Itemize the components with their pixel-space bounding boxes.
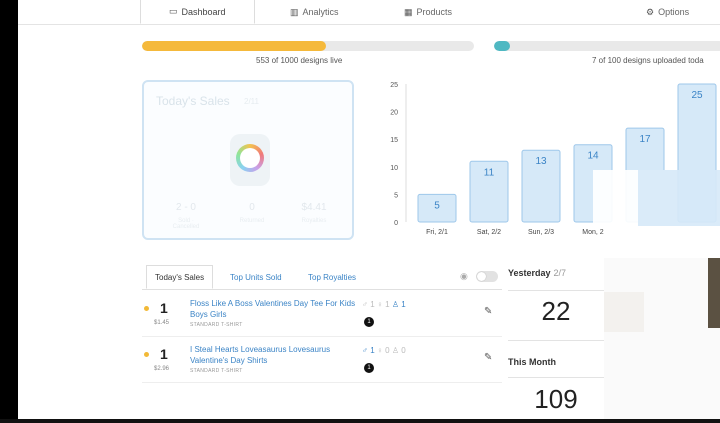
tab-options[interactable]: ⚙ Options bbox=[646, 0, 689, 24]
this-month-label: This Month bbox=[508, 357, 556, 367]
divider bbox=[508, 340, 604, 341]
product-type: STANDARD T-SHIRT bbox=[190, 368, 243, 374]
youth-fit-count: 0 bbox=[401, 346, 406, 355]
main-tabs: ▭ Dashboard ▥ Analytics ▦ Products ⚙ Opt… bbox=[18, 0, 720, 25]
bar-value-label: 17 bbox=[639, 134, 651, 145]
youth-fit-count: 1 bbox=[401, 300, 406, 309]
tab-top-units-sold[interactable]: Top Units Sold bbox=[230, 265, 282, 289]
monitor-icon: ▭ bbox=[169, 6, 178, 16]
divider bbox=[508, 290, 604, 291]
men-fit-count: 1 bbox=[370, 300, 375, 309]
returned-stat: 0 bbox=[249, 202, 255, 213]
eye-icon[interactable]: ◉ bbox=[460, 271, 468, 282]
gear-icon: ⚙ bbox=[646, 6, 655, 17]
sale-quantity: 1 bbox=[160, 346, 168, 362]
sale-quantity: 1 bbox=[160, 300, 168, 316]
edit-pencil-icon[interactable]: ✎ bbox=[484, 352, 492, 363]
men-fit-icon: ♂ bbox=[362, 300, 368, 309]
x-tick-label: Sun, 2/3 bbox=[528, 229, 554, 236]
this-month-stat: This Month bbox=[508, 357, 604, 367]
sales-row[interactable]: 1 $2.96 I Steal Hearts Loveasaurus Loves… bbox=[142, 338, 502, 383]
todays-sales-date: 2/11 bbox=[244, 97, 259, 106]
yesterday-stat: Yesterday 2/7 bbox=[508, 268, 604, 278]
tab-todays-sales[interactable]: Today's Sales bbox=[146, 265, 214, 289]
youth-fit-icon: ♙ bbox=[391, 346, 400, 355]
bar-value-label: 11 bbox=[484, 167, 495, 178]
sale-price: $2.96 bbox=[154, 366, 170, 372]
women-fit-icon: ♀ bbox=[376, 346, 383, 355]
bar-chart-icon: ▥ bbox=[290, 6, 299, 17]
obscured-image bbox=[708, 258, 720, 328]
y-tick-label: 25 bbox=[390, 82, 398, 89]
x-tick-label: Fri, 2/1 bbox=[426, 229, 448, 236]
women-fit-icon: ♀ bbox=[376, 300, 383, 309]
royalties-stat-label: Royalties bbox=[301, 218, 327, 224]
color-badge: 1 bbox=[364, 363, 374, 373]
edit-pencil-icon[interactable]: ✎ bbox=[484, 306, 492, 317]
tab-dashboard-label: Dashboard bbox=[181, 6, 226, 17]
royalties-stat: $4.41 bbox=[301, 202, 327, 213]
designs-uploaded-label: 7 of 100 designs uploaded toda bbox=[592, 56, 704, 65]
y-tick-label: 0 bbox=[394, 220, 398, 227]
fit-counts: ♂ 1 ♀ 1 ♙ 1 bbox=[362, 300, 406, 309]
sold-stat: 2 - 0 bbox=[175, 202, 196, 213]
this-month-value: 109 bbox=[534, 384, 578, 414]
product-title-link[interactable]: I Steal Hearts Loveasaurus Lovesaurus Va… bbox=[190, 344, 358, 366]
todays-sales-card[interactable]: Today's Sales 2/11 2 - 0 Sold · Cancelle… bbox=[142, 80, 354, 240]
x-tick-label: Sat, 2/2 bbox=[477, 229, 501, 236]
sold-stat-label: Sold · Cancelled bbox=[172, 218, 200, 230]
obscured-panel-soft bbox=[604, 292, 644, 332]
dashboard-screen: ▭ Dashboard ▥ Analytics ▦ Products ⚙ Opt… bbox=[18, 0, 720, 419]
obscured-panel bbox=[604, 258, 720, 419]
y-tick-label: 5 bbox=[394, 192, 398, 199]
x-tick-label: Mon, 2 bbox=[582, 229, 604, 236]
divider bbox=[508, 377, 604, 378]
tab-analytics-label: Analytics bbox=[302, 7, 339, 17]
tab-products[interactable]: ▦ Products bbox=[404, 0, 452, 24]
yesterday-date: 2/7 bbox=[553, 268, 567, 278]
product-type: STANDARD T-SHIRT bbox=[190, 322, 243, 328]
designs-live-fill bbox=[142, 41, 326, 51]
sales-row[interactable]: 1 $1.45 Floss Like A Boss Valentines Day… bbox=[142, 292, 502, 337]
men-fit-icon: ♂ bbox=[362, 346, 368, 355]
women-fit-count: 1 bbox=[385, 300, 390, 309]
new-sale-dot bbox=[144, 352, 149, 357]
y-tick-label: 10 bbox=[390, 165, 398, 172]
new-sale-dot bbox=[144, 306, 149, 311]
color-badge: 1 bbox=[364, 317, 374, 327]
fit-counts: ♂ 1 ♀ 0 ♙ 0 bbox=[362, 346, 406, 355]
chart-obscured-area-2 bbox=[638, 170, 720, 226]
visibility-toggle[interactable] bbox=[476, 271, 498, 282]
returned-stat-label: Returned bbox=[239, 218, 265, 224]
designs-uploaded-progress bbox=[494, 41, 720, 51]
bar-value-label: 5 bbox=[434, 200, 440, 211]
bar-value-label: 13 bbox=[535, 156, 547, 167]
loading-ring-icon bbox=[236, 144, 264, 172]
sales-subtabs: Today's Sales Top Units Sold Top Royalti… bbox=[142, 265, 502, 290]
product-title-link[interactable]: Floss Like A Boss Valentines Day Tee For… bbox=[190, 298, 358, 320]
men-fit-count: 1 bbox=[370, 346, 375, 355]
tab-top-royalties[interactable]: Top Royalties bbox=[308, 265, 356, 289]
women-fit-count: 0 bbox=[385, 346, 390, 355]
grid-icon: ▦ bbox=[404, 6, 413, 17]
designs-live-progress bbox=[142, 41, 474, 51]
y-tick-label: 20 bbox=[390, 110, 398, 117]
tab-dashboard[interactable]: ▭ Dashboard bbox=[140, 0, 255, 24]
bar-value-label: 25 bbox=[691, 90, 703, 101]
designs-uploaded-fill bbox=[494, 41, 511, 51]
yesterday-value: 22 bbox=[541, 296, 571, 326]
tab-analytics[interactable]: ▥ Analytics bbox=[290, 0, 339, 24]
designs-live-label: 553 of 1000 designs live bbox=[256, 56, 343, 65]
todays-sales-title: Today's Sales bbox=[156, 94, 230, 108]
bottom-edge bbox=[0, 419, 720, 423]
tab-products-label: Products bbox=[416, 7, 453, 17]
bar-value-label: 14 bbox=[587, 151, 599, 162]
tab-options-label: Options bbox=[658, 7, 690, 17]
yesterday-label: Yesterday bbox=[508, 268, 551, 278]
sale-price: $1.45 bbox=[154, 320, 170, 326]
youth-fit-icon: ♙ bbox=[391, 300, 400, 309]
y-tick-label: 15 bbox=[390, 137, 398, 144]
